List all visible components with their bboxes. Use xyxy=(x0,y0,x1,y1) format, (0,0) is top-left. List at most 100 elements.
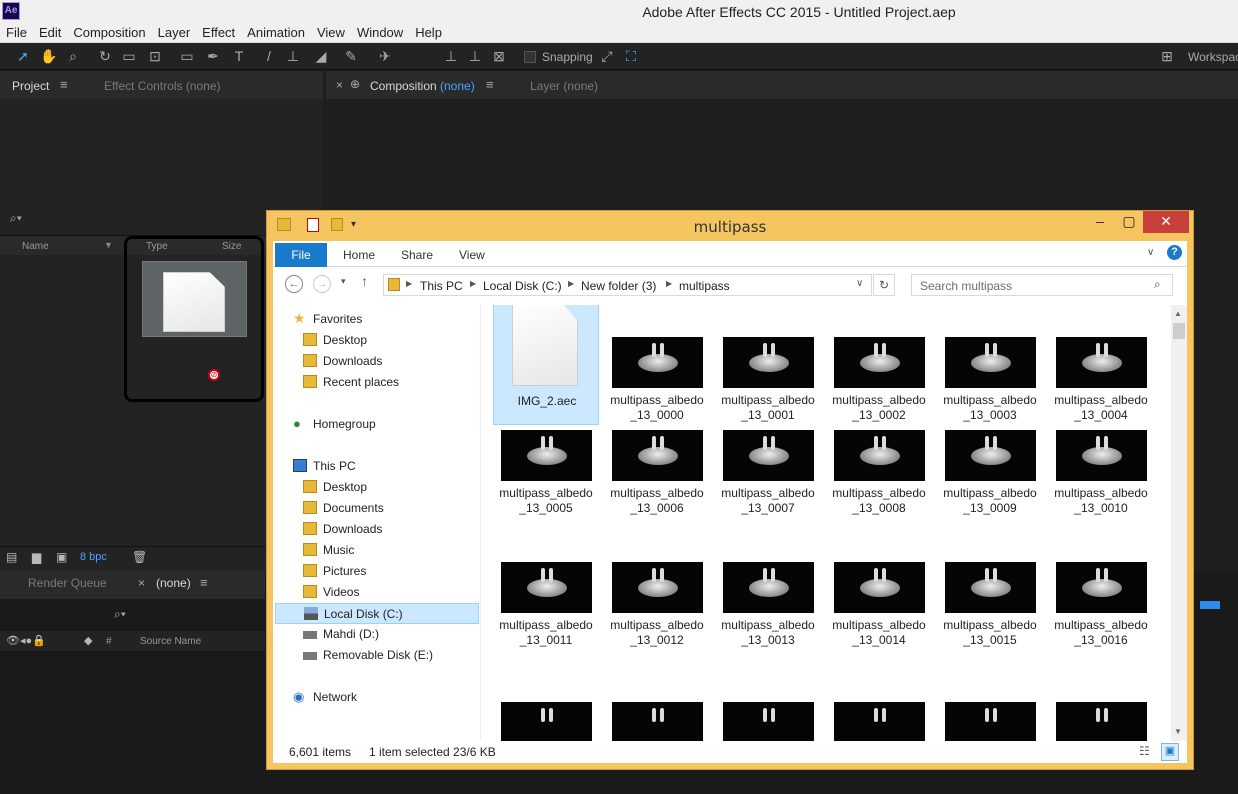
vertical-scrollbar[interactable]: ▲ ▼ xyxy=(1171,305,1187,741)
col-source-name[interactable]: Source Name xyxy=(140,636,201,647)
rotate-tool-icon[interactable]: ↻ xyxy=(96,47,114,65)
file-tile[interactable]: multipass_albedo _13_0016 xyxy=(1048,520,1154,650)
file-tile[interactable]: multipass_albedo _13_0012 xyxy=(604,520,710,650)
maximize-button[interactable]: ▢ xyxy=(1115,211,1143,233)
file-tile[interactable]: multipass_albedo _13_0007 xyxy=(715,388,821,518)
breadcrumb-local-disk[interactable]: Local Disk (C:) xyxy=(483,279,562,293)
ribbon-home-tab[interactable]: Home xyxy=(343,248,375,262)
breadcrumb-this-pc[interactable]: This PC xyxy=(420,279,463,293)
menu-effect[interactable]: Effect xyxy=(196,23,241,40)
menu-edit[interactable]: Edit xyxy=(33,23,67,40)
ribbon-share-tab[interactable]: Share xyxy=(401,248,433,262)
scroll-down-icon[interactable]: ▼ xyxy=(1174,727,1182,736)
workspace-icon[interactable]: ⊞ xyxy=(1158,47,1176,65)
scroll-up-icon[interactable]: ▲ xyxy=(1174,309,1182,318)
av-switches-icon[interactable]: 👁◂●🔒 xyxy=(6,634,46,647)
zoom-tool-icon[interactable]: ⌕ xyxy=(64,47,82,65)
col-name[interactable]: Name xyxy=(22,241,49,252)
menu-composition[interactable]: Composition xyxy=(67,23,151,40)
lock-icon[interactable]: ⊕ xyxy=(350,77,360,91)
time-navigator[interactable] xyxy=(1200,601,1220,609)
tab-effect-controls[interactable]: Effect Controls (none) xyxy=(104,79,221,93)
file-tile[interactable] xyxy=(826,660,932,741)
project-menu-icon[interactable]: ≡ xyxy=(60,77,68,92)
tab-timeline-none[interactable]: (none) xyxy=(156,576,191,590)
nav-pc-removable-disk-e-[interactable]: Removable Disk (E:) xyxy=(275,645,479,666)
file-tile[interactable] xyxy=(604,660,710,741)
pen-tool-icon[interactable]: ✒ xyxy=(204,47,222,65)
clone-stamp-tool-icon[interactable]: ⊥ xyxy=(284,47,302,65)
nav-homegroup[interactable]: ● Homegroup xyxy=(275,414,479,435)
bit-depth-button[interactable]: 8 bpc xyxy=(80,551,107,563)
breadcrumb-new-folder[interactable]: New folder (3) xyxy=(581,279,656,293)
address-dropdown-icon[interactable]: ∨ xyxy=(856,278,863,289)
search-box[interactable]: Search multipass ⌕ xyxy=(911,274,1173,296)
file-tile[interactable] xyxy=(493,660,599,741)
sort-icon[interactable]: ▼ xyxy=(104,240,113,250)
ribbon-view-tab[interactable]: View xyxy=(459,248,485,262)
expand-ribbon-icon[interactable]: ∨ xyxy=(1147,247,1154,258)
file-tile[interactable] xyxy=(937,660,1043,741)
file-tile[interactable]: multipass_albedo _13_0014 xyxy=(826,520,932,650)
scroll-thumb[interactable] xyxy=(1173,323,1185,339)
composition-menu-icon[interactable]: ≡ xyxy=(486,77,494,92)
nav-network[interactable]: ◉ Network xyxy=(275,687,479,708)
timeline-search-icon[interactable]: ⌕▾ xyxy=(114,607,126,622)
nav-pc-desktop[interactable]: Desktop xyxy=(275,477,479,498)
menu-animation[interactable]: Animation xyxy=(241,23,311,40)
nav-pc-local-disk-c-[interactable]: Local Disk (C:) xyxy=(275,603,479,624)
close-timeline-icon[interactable]: × xyxy=(138,576,145,590)
breadcrumb-multipass[interactable]: multipass xyxy=(679,279,730,293)
recent-locations-icon[interactable]: ▾ xyxy=(341,276,346,287)
explorer-title-bar[interactable]: ▾ multipass – ▢ ✕ xyxy=(267,211,1193,241)
workspace-label[interactable]: Workspac xyxy=(1188,50,1238,64)
brush-tool-icon[interactable]: / xyxy=(260,47,278,65)
forward-button-icon[interactable]: → xyxy=(313,275,331,293)
menu-help[interactable]: Help xyxy=(409,23,448,40)
pan-behind-tool-icon[interactable]: ⊡ xyxy=(146,47,164,65)
ribbon-file-tab[interactable]: File xyxy=(275,243,327,267)
tab-project[interactable]: Project xyxy=(12,79,49,93)
timeline-menu-icon[interactable]: ≡ xyxy=(200,575,208,590)
file-tile[interactable]: multipass_albedo _13_0015 xyxy=(937,520,1043,650)
nav-this-pc[interactable]: This PC xyxy=(275,456,479,477)
eraser-tool-icon[interactable]: ◢ xyxy=(312,47,330,65)
nav-pc-videos[interactable]: Videos xyxy=(275,582,479,603)
roto-brush-tool-icon[interactable]: ✎ xyxy=(342,47,360,65)
type-tool-icon[interactable]: T xyxy=(230,47,248,65)
large-icons-view-icon[interactable]: ▣ xyxy=(1161,743,1179,761)
file-tile[interactable]: multipass_albedo _13_0008 xyxy=(826,388,932,518)
file-tile[interactable] xyxy=(715,660,821,741)
file-tile[interactable]: multipass_albedo _13_0011 xyxy=(493,520,599,650)
puppet-pin-tool-icon[interactable]: ✈ xyxy=(376,47,394,65)
search-icon[interactable]: ⌕ xyxy=(1154,277,1161,292)
trash-icon[interactable]: 🗑 xyxy=(132,550,147,564)
tab-render-queue[interactable]: Render Queue xyxy=(28,576,107,590)
file-tile[interactable]: multipass_albedo _13_0010 xyxy=(1048,388,1154,518)
nav-pc-downloads[interactable]: Downloads xyxy=(275,519,479,540)
view-axis-icon[interactable]: ⊠ xyxy=(490,47,508,65)
selection-tool-icon[interactable]: ➚ xyxy=(14,47,32,65)
nav-pc-music[interactable]: Music xyxy=(275,540,479,561)
project-search-icon[interactable]: ⌕▾ xyxy=(10,211,22,226)
file-tile[interactable]: multipass_albedo _13_0005 xyxy=(493,388,599,518)
close-button[interactable]: ✕ xyxy=(1143,211,1189,233)
menu-view[interactable]: View xyxy=(311,23,351,40)
new-folder-icon[interactable]: ▆ xyxy=(32,550,41,564)
up-button-icon[interactable]: ↑ xyxy=(361,273,368,289)
tab-layer[interactable]: Layer (none) xyxy=(530,79,598,93)
rectangle-tool-icon[interactable]: ▭ xyxy=(178,47,196,65)
menu-file[interactable]: File xyxy=(0,23,33,40)
snap-edges-icon[interactable]: ⤢ xyxy=(598,47,616,65)
label-icon[interactable]: ◆ xyxy=(84,634,92,647)
tab-composition[interactable]: Composition xyxy=(370,79,437,93)
new-composition-icon[interactable]: ▣ xyxy=(56,550,67,564)
menu-layer[interactable]: Layer xyxy=(152,23,197,40)
nav-pc-pictures[interactable]: Pictures xyxy=(275,561,479,582)
nav-favorites[interactable]: ★ Favorites xyxy=(275,309,479,330)
nav-fav-desktop[interactable]: Desktop xyxy=(275,330,479,351)
address-bar[interactable]: ▶ This PC ▶ Local Disk (C:) ▶ New folder… xyxy=(383,274,872,296)
snap-features-icon[interactable]: ⛶ xyxy=(622,47,640,65)
interpret-footage-icon[interactable]: ▤ xyxy=(6,550,17,564)
file-tile[interactable]: multipass_albedo _13_0006 xyxy=(604,388,710,518)
